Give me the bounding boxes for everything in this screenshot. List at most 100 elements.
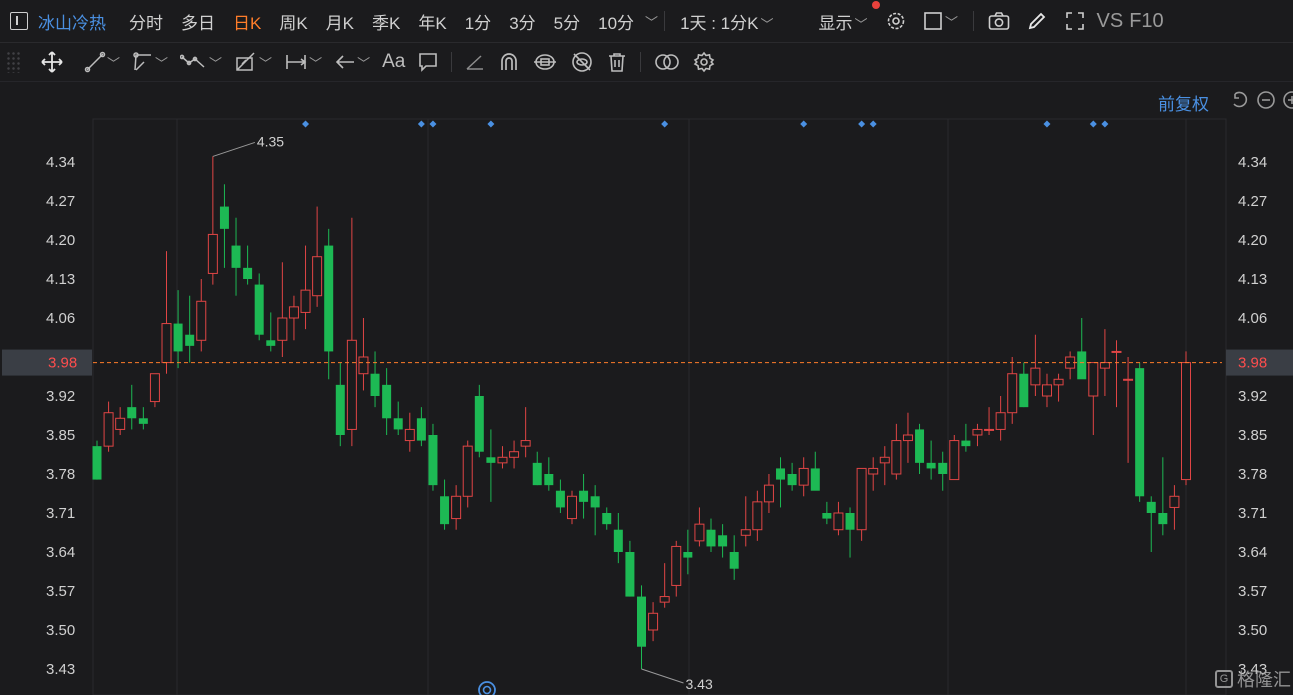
- candle: [810, 451, 820, 491]
- period-10min[interactable]: 10分: [598, 9, 634, 34]
- chevron-down-icon: ﹀: [155, 55, 169, 71]
- candle: [312, 206, 323, 307]
- channel-tool[interactable]: ﹀: [234, 47, 272, 77]
- candle-body: [532, 462, 542, 486]
- sidebar-toggle-icon[interactable]: [10, 12, 28, 30]
- candle: [497, 446, 508, 469]
- arrow-tool-icon: [335, 55, 355, 69]
- ray-tool[interactable]: ﹀: [132, 47, 168, 77]
- candle-body: [984, 428, 995, 431]
- measure-tool[interactable]: ﹀: [284, 47, 322, 77]
- candle-body: [312, 256, 323, 297]
- event-marker: [1089, 120, 1097, 128]
- candle: [1053, 373, 1064, 402]
- period-1min[interactable]: 1分: [465, 9, 491, 34]
- delete-icon[interactable]: [606, 47, 628, 77]
- candle-body: [149, 373, 160, 403]
- move-icon[interactable]: [40, 47, 64, 77]
- candle: [729, 535, 739, 580]
- display-menu[interactable]: 显示 ﹀: [819, 9, 868, 34]
- period-weekly-k[interactable]: 周K: [279, 9, 307, 34]
- text-tool-icon[interactable]: Aa: [382, 47, 405, 77]
- candle: [1146, 496, 1156, 552]
- watermark: G 格隆汇: [1215, 666, 1291, 692]
- arrow-tool[interactable]: ﹀: [334, 47, 370, 77]
- line-tool[interactable]: ﹀: [84, 47, 120, 77]
- candle: [127, 384, 137, 430]
- divider: [640, 52, 642, 72]
- more-periods-chevron-icon[interactable]: ﹀: [645, 12, 658, 31]
- candle: [1088, 362, 1099, 435]
- y-tick-label-right: 3.57: [1238, 583, 1267, 600]
- candle: [579, 474, 589, 519]
- period-multi-day[interactable]: 多日: [181, 9, 215, 34]
- candle: [1077, 318, 1087, 380]
- y-tick-label-right: 3.50: [1238, 622, 1267, 639]
- candle-body: [740, 529, 751, 536]
- candle: [404, 412, 415, 452]
- candle: [752, 490, 763, 541]
- vs-button[interactable]: VS: [1097, 10, 1124, 33]
- candle-body: [856, 467, 867, 531]
- y-tick-label-left: 3.64: [46, 544, 75, 561]
- event-marker: [1101, 120, 1109, 128]
- magnet-icon[interactable]: [498, 47, 520, 77]
- candle-body: [763, 484, 774, 503]
- compare-icon[interactable]: [653, 47, 681, 77]
- gear-icon[interactable]: [883, 8, 909, 34]
- multi-period-select[interactable]: 1天 : 1分K ﹀: [680, 9, 773, 34]
- ruler-icon[interactable]: [464, 47, 486, 77]
- candle-body: [718, 535, 728, 547]
- y-tick-label-left: 4.20: [46, 232, 75, 249]
- candle-body: [1077, 351, 1087, 380]
- candlestick-chart[interactable]: 4.34 4.27 4.20 4.13 4.06 3.92 3.85 3.78 3.71 3.64…: [0, 82, 1293, 695]
- price-tag-left: [2, 349, 92, 376]
- candle: [1123, 357, 1134, 463]
- candle: [173, 290, 183, 369]
- event-marker: [487, 120, 495, 128]
- candle: [370, 351, 380, 408]
- event-marker: [417, 120, 425, 128]
- candle-body: [138, 418, 148, 424]
- polyline-tool[interactable]: ﹀: [180, 47, 222, 77]
- fullscreen-icon[interactable]: [1062, 8, 1088, 34]
- settings-icon[interactable]: [693, 47, 715, 77]
- candle-body: [103, 412, 114, 447]
- candles: [92, 156, 1191, 669]
- period-daily-k[interactable]: 日K: [233, 9, 261, 34]
- period-monthly-k[interactable]: 月K: [326, 9, 354, 34]
- candle: [115, 407, 126, 435]
- candle-body: [1123, 378, 1134, 381]
- pencil-icon[interactable]: [1024, 8, 1050, 34]
- candle: [358, 318, 369, 391]
- candle-body: [1099, 362, 1110, 369]
- y-tick-label-right: 3.92: [1238, 388, 1267, 405]
- period-5min[interactable]: 5分: [554, 9, 580, 34]
- drag-handle[interactable]: [6, 51, 20, 73]
- chevron-down-icon: ﹀: [854, 16, 868, 32]
- period-3min[interactable]: 3分: [509, 9, 535, 34]
- candle-body: [335, 384, 345, 435]
- candle: [845, 507, 855, 558]
- divider: [451, 52, 453, 72]
- period-quarterly-k[interactable]: 季K: [372, 9, 400, 34]
- f10-button[interactable]: F10: [1129, 10, 1163, 33]
- period-intraday[interactable]: 分时: [129, 9, 163, 34]
- candle: [92, 440, 102, 480]
- comment-tool-icon[interactable]: [417, 47, 439, 77]
- ray-tool-icon: [133, 52, 152, 71]
- camera-icon[interactable]: [986, 8, 1012, 34]
- candle: [219, 184, 229, 268]
- link-icon[interactable]: [532, 47, 558, 77]
- candle-body: [776, 468, 786, 480]
- candle: [462, 440, 473, 508]
- layout-select[interactable]: ﹀: [921, 8, 961, 34]
- candle-body: [404, 428, 415, 442]
- stock-name[interactable]: 冰山冷热: [38, 9, 106, 34]
- hide-icon[interactable]: [570, 47, 594, 77]
- candle-body: [185, 334, 195, 346]
- candle: [1111, 340, 1122, 408]
- event-marker: [1043, 120, 1051, 128]
- candle-body: [196, 300, 207, 341]
- period-yearly-k[interactable]: 年K: [418, 9, 446, 34]
